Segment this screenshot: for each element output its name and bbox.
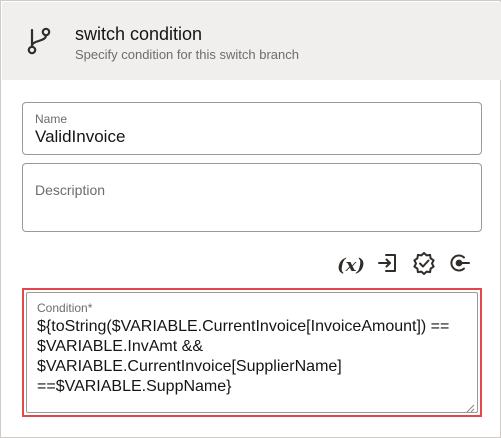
resize-handle-icon[interactable]	[465, 400, 475, 413]
description-label: Description	[35, 182, 106, 198]
condition-label: Condition*	[37, 301, 93, 315]
panel-title: switch condition	[75, 24, 203, 44]
insert-button[interactable]	[374, 251, 402, 279]
insert-icon	[377, 252, 399, 279]
condition-value[interactable]: ${toString($VARIABLE.CurrentInvoice[Invo…	[37, 317, 469, 397]
clear-icon	[448, 252, 470, 279]
variable-expression-icon: (x)	[337, 254, 365, 276]
name-field[interactable]: Name ValidInvoice	[22, 102, 482, 155]
panel-subtitle: Specify condition for this switch branch	[75, 47, 299, 62]
branch-icon	[23, 25, 55, 57]
condition-field[interactable]: Condition* ${toString($VARIABLE.CurrentI…	[26, 292, 478, 413]
validate-button[interactable]	[410, 251, 438, 279]
panel-header: switch condition Specify condition for t…	[2, 2, 501, 80]
name-value[interactable]: ValidInvoice	[35, 127, 125, 147]
clear-button[interactable]	[445, 251, 473, 279]
validate-badge-icon	[412, 251, 436, 280]
switch-condition-panel: switch condition Specify condition for t…	[0, 0, 501, 438]
name-label: Name	[35, 112, 68, 126]
condition-field-highlight: Condition* ${toString($VARIABLE.CurrentI…	[22, 288, 482, 417]
description-field[interactable]: Description	[22, 163, 482, 232]
variable-expression-button[interactable]: (x)	[337, 251, 365, 279]
